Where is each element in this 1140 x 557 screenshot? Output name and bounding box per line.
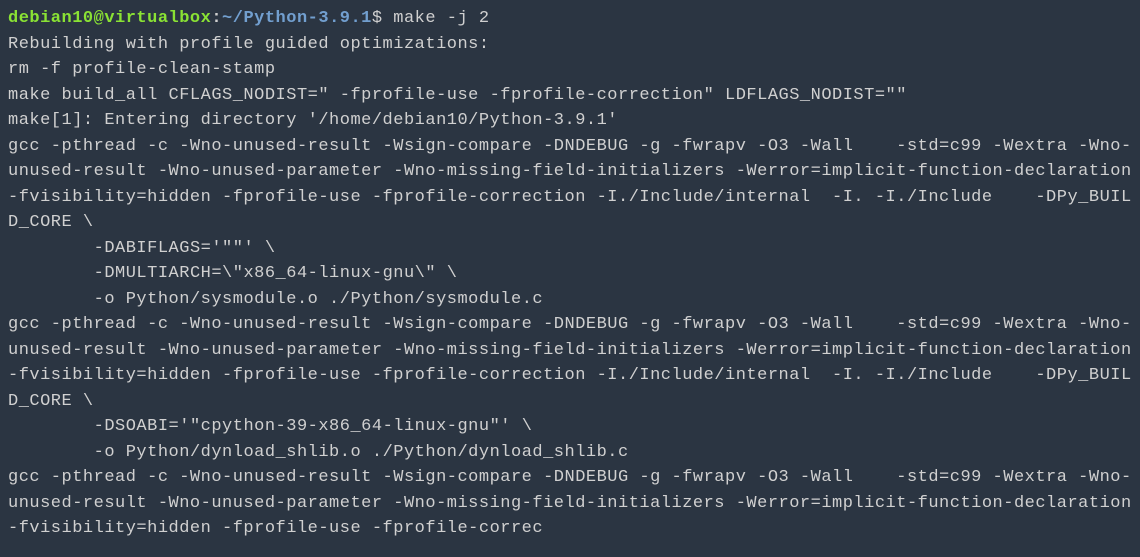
prompt-user-host: debian10@virtualbox [8,9,211,28]
prompt-line: debian10@virtualbox:~/Python-3.9.1$ make… [8,9,490,28]
output-line: -DSOABI='"cpython-39-x86_64-linux-gnu"' … [8,417,532,436]
prompt-colon: : [211,9,222,28]
output-line: gcc -pthread -c -Wno-unused-result -Wsig… [8,315,1140,411]
prompt-tilde: ~ [222,9,233,28]
output-line: make[1]: Entering directory '/home/debia… [8,111,618,130]
output-line: gcc -pthread -c -Wno-unused-result -Wsig… [8,137,1140,233]
prompt-path: /Python-3.9.1 [233,9,372,28]
command-input: make -j 2 [393,9,489,28]
output-line: Rebuilding with profile guided optimizat… [8,35,490,54]
prompt-dollar: $ [372,9,393,28]
output-line: make build_all CFLAGS_NODIST=" -fprofile… [8,86,907,105]
terminal-window[interactable]: debian10@virtualbox:~/Python-3.9.1$ make… [8,6,1132,542]
output-line: gcc -pthread -c -Wno-unused-result -Wsig… [8,468,1140,538]
output-line: -DABIFLAGS='""' \ [8,239,276,258]
output-line: -DMULTIARCH=\"x86_64-linux-gnu\" \ [8,264,457,283]
output-line: -o Python/dynload_shlib.o ./Python/dynlo… [8,443,629,462]
output-line: rm -f profile-clean-stamp [8,60,276,79]
output-line: -o Python/sysmodule.o ./Python/sysmodule… [8,290,543,309]
